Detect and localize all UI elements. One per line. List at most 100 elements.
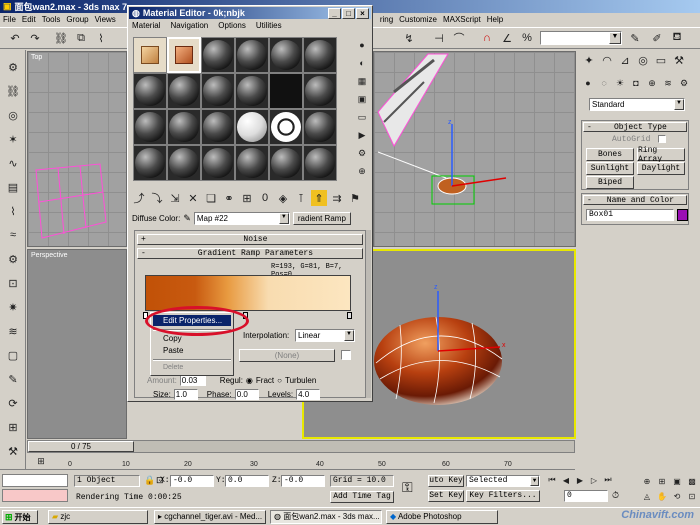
create-tab-icon[interactable]: ✦ <box>581 52 597 68</box>
auto-key-button[interactable]: uto Key <box>428 475 464 487</box>
wind-icon[interactable]: ≈ <box>4 226 22 244</box>
close-icon[interactable]: × <box>356 7 369 19</box>
lock-icon[interactable]: 🔒 <box>144 475 155 486</box>
gradient-flag[interactable] <box>347 312 352 319</box>
quick-render-icon[interactable]: ⛾ <box>668 29 686 47</box>
copy-material-icon[interactable]: ❏ <box>203 190 219 206</box>
texture-none-button[interactable]: (None) <box>239 349 335 362</box>
sample-slot[interactable] <box>269 145 303 181</box>
sample-slot[interactable] <box>303 37 337 73</box>
autogrid-label[interactable]: AutoGrid <box>612 135 650 144</box>
autogrid-checkbox[interactable] <box>658 135 666 143</box>
me-menu-options[interactable]: Options <box>218 21 246 30</box>
bones-button[interactable]: Bones <box>586 148 634 161</box>
pan-icon[interactable]: ✋ <box>655 489 669 503</box>
taskbar-item[interactable]: ▰ zjc <box>48 510 148 524</box>
sample-slot[interactable] <box>201 109 235 145</box>
phase-field[interactable]: 0.0 <box>234 388 259 400</box>
interpolation-dropdown[interactable]: Linear ▼ <box>295 329 355 342</box>
taskbar-item[interactable]: ▸ cgchannel_tiger.avi - Med... <box>154 510 266 524</box>
size-field[interactable]: 1.0 <box>173 388 198 400</box>
unlink-icon[interactable]: ⧉ <box>72 29 90 47</box>
maxscript-output[interactable] <box>2 489 68 502</box>
sample-slot-active[interactable] <box>167 37 201 73</box>
menu-maxscript[interactable]: MAXScript <box>443 15 481 24</box>
modify-tab-icon[interactable]: ◠ <box>599 52 615 68</box>
category-dropdown[interactable]: Standard ▼ <box>589 98 685 111</box>
taskbar-item[interactable]: ◆ Adobe Photoshop <box>386 510 498 524</box>
cloth-icon[interactable]: ▤ <box>4 178 22 196</box>
play-icon[interactable]: ▶ <box>574 474 586 486</box>
zoom-icon[interactable]: ⊕ <box>640 474 654 488</box>
sample-slot[interactable] <box>303 145 337 181</box>
key-filters-button[interactable]: Key Filters... <box>466 490 540 502</box>
object-type-header[interactable]: - Object Type <box>583 122 687 132</box>
go-to-parent-icon[interactable]: ⇑ <box>311 190 327 206</box>
sample-slot[interactable] <box>235 37 269 73</box>
fracture-icon[interactable]: ✷ <box>4 298 22 316</box>
context-menu-copy[interactable]: Copy <box>163 334 182 343</box>
shapes-icon[interactable]: ◌ <box>597 76 611 90</box>
orbit-icon[interactable]: ⟲ <box>670 489 684 503</box>
cameras-icon[interactable]: ◘ <box>629 76 643 90</box>
constraint-icon[interactable]: ✶ <box>4 130 22 148</box>
magnet-icon[interactable]: ∩ <box>478 29 496 47</box>
viewport-top[interactable]: Top <box>27 51 127 247</box>
current-frame-field[interactable]: 0 <box>564 490 608 502</box>
sample-slot[interactable] <box>235 73 269 109</box>
time-config-icon[interactable]: ⏱ <box>612 490 619 501</box>
link-icon[interactable]: ⛓ <box>52 29 70 47</box>
display-tab-icon[interactable]: ▭ <box>653 52 669 68</box>
zoom-all-icon[interactable]: ⊞ <box>655 474 669 488</box>
turbulence-radio[interactable]: ○ <box>277 376 282 385</box>
menu-file[interactable]: File <box>3 15 16 24</box>
get-material-icon[interactable]: ⤴ <box>131 190 147 206</box>
angle-snap-icon[interactable]: ∠ <box>498 29 516 47</box>
x-coordinate-field[interactable]: -0.0 <box>170 475 214 487</box>
object-color-swatch[interactable] <box>677 209 688 221</box>
levels-field[interactable]: 4.0 <box>296 388 321 400</box>
sample-slot[interactable] <box>201 73 235 109</box>
menu-help[interactable]: Help <box>487 15 503 24</box>
align-icon[interactable]: ⊣ <box>430 29 448 47</box>
redo-icon[interactable]: ↷ <box>26 29 44 47</box>
bind-icon[interactable]: ⌇ <box>92 29 110 47</box>
menu-group[interactable]: Group <box>66 15 88 24</box>
sample-slot[interactable] <box>133 73 167 109</box>
helpers-icon[interactable]: ⊕ <box>645 76 659 90</box>
biped-button[interactable]: Biped <box>586 176 634 189</box>
daylight-button[interactable]: Daylight <box>637 162 685 175</box>
sample-slot[interactable] <box>167 145 201 181</box>
sample-slot[interactable] <box>269 37 303 73</box>
time-slider-thumb[interactable]: 0 / 75 <box>28 441 134 452</box>
motor-icon[interactable]: ⚙ <box>4 250 22 268</box>
undo-icon[interactable]: ↶ <box>6 29 24 47</box>
toy-car-icon[interactable]: ⊡ <box>4 274 22 292</box>
create-animation-icon[interactable]: ⟳ <box>4 394 22 412</box>
hierarchy-tab-icon[interactable]: ⊿ <box>617 52 633 68</box>
next-frame-icon[interactable]: ▷ <box>588 474 600 486</box>
minimize-icon[interactable]: _ <box>328 7 341 19</box>
field-of-view-icon[interactable]: ◬ <box>640 489 654 503</box>
put-to-scene-icon[interactable]: ⤵ <box>149 190 165 206</box>
maximize-icon[interactable]: □ <box>342 7 355 19</box>
fractal-label[interactable]: Fract <box>256 376 274 385</box>
analyze-icon[interactable]: ✎ <box>4 370 22 388</box>
maximize-viewport-icon[interactable]: ⊡ <box>685 489 699 503</box>
gradient-ramp-bar[interactable] <box>145 275 351 311</box>
sample-slot[interactable] <box>201 145 235 181</box>
map-type-button[interactable]: radient Ramp <box>292 211 351 225</box>
set-key-icon[interactable]: ⚿ <box>402 479 413 496</box>
sample-slot[interactable] <box>167 73 201 109</box>
geometry-icon[interactable]: ● <box>581 76 595 90</box>
sample-slot[interactable] <box>235 109 269 145</box>
map-name-field[interactable]: Map #22 ▼ <box>193 211 290 225</box>
sample-slot[interactable] <box>201 37 235 73</box>
z-coordinate-field[interactable]: -0.0 <box>281 475 325 487</box>
me-menu-navigation[interactable]: Navigation <box>170 21 208 30</box>
curve-editor-icon[interactable]: ⌒ <box>450 29 468 47</box>
show-map-icon[interactable]: ◈ <box>275 190 291 206</box>
sphere-icon[interactable]: ◎ <box>4 106 22 124</box>
lights-icon[interactable]: ☀ <box>613 76 627 90</box>
preview-icon[interactable]: ▢ <box>4 346 22 364</box>
